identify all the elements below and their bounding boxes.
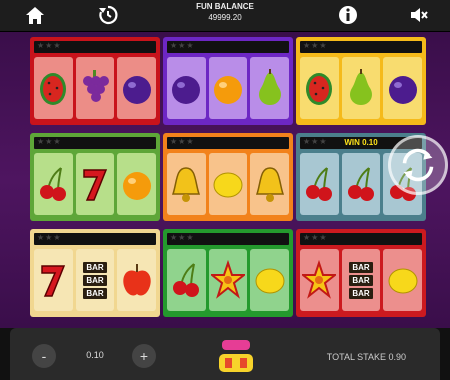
slot-machine: ★★★	[163, 37, 293, 125]
star-rating: ★★★	[303, 41, 328, 50]
slot-machine: ★★★ BAR BAR BAR	[30, 229, 160, 317]
orange-icon	[117, 153, 157, 215]
reel-row: BAR BAR BAR	[34, 249, 157, 311]
star-rating: ★★★	[170, 137, 195, 146]
cherry-icon	[34, 153, 73, 215]
grapes-icon	[75, 57, 115, 119]
balance-value: 49999.20	[208, 13, 242, 22]
bar-icon: BAR BAR BAR	[341, 249, 381, 311]
decrease-bet-button[interactable]: -	[32, 344, 56, 368]
bar-text: BAR	[83, 261, 107, 273]
plum-icon	[167, 57, 206, 119]
machine-header: ★★★	[167, 41, 289, 53]
top-bar: FUN BALANCE 49999.20	[0, 0, 450, 32]
home-icon[interactable]	[24, 4, 46, 26]
reel-row	[167, 153, 290, 215]
slot-machine: ★★★	[30, 37, 160, 125]
bet-panel: - 0.10 + TOTAL STAKE 0.90	[10, 328, 440, 380]
balance-label: FUN BALANCE	[196, 2, 254, 11]
star-rating: ★★★	[170, 41, 195, 50]
slot-machine: ★★★	[163, 229, 293, 317]
orange-icon	[208, 57, 248, 119]
reel-row	[300, 57, 423, 119]
slot-machine: ★★★	[296, 37, 426, 125]
slot-machine: ★★★ BAR BAR BAR	[296, 229, 426, 317]
star-icon	[208, 249, 248, 311]
history-icon[interactable]	[97, 4, 119, 26]
slot-machine: ★★★	[30, 133, 160, 221]
pear-icon	[250, 57, 290, 119]
machine-header: ★★★	[300, 233, 422, 245]
lemon-icon	[383, 249, 423, 311]
reel-row	[34, 57, 157, 119]
star-rating: ★★★	[37, 41, 62, 50]
bar-text: BAR	[83, 287, 107, 299]
slot-machine: ★★★	[163, 133, 293, 221]
seven-icon	[34, 249, 73, 311]
watermelon-icon	[34, 57, 73, 119]
reel-row	[167, 249, 290, 311]
star-rating: ★★★	[170, 233, 195, 242]
machine-header: ★★★	[34, 41, 156, 53]
mute-icon[interactable]	[408, 4, 430, 26]
pear-icon	[341, 57, 381, 119]
increase-bet-button[interactable]: +	[132, 344, 156, 368]
total-stake: TOTAL STAKE 0.90	[326, 352, 406, 362]
star-rating: ★★★	[37, 233, 62, 242]
cherry-icon	[341, 153, 381, 215]
fruity-3x3-logo	[219, 340, 253, 372]
bar-text: BAR	[83, 274, 107, 286]
apple-icon	[117, 249, 157, 311]
bar-text: BAR	[349, 287, 373, 299]
machine-header: ★★★	[167, 137, 289, 149]
lemon-icon	[208, 153, 248, 215]
bell-icon	[250, 153, 290, 215]
star-icon	[300, 249, 339, 311]
reel-row	[34, 153, 157, 215]
star-rating: ★★★	[37, 137, 62, 146]
footer-bar: - 0.10 + TOTAL STAKE 0.90	[0, 328, 450, 380]
bar-text: BAR	[349, 274, 373, 286]
lemon-icon	[250, 249, 290, 311]
watermelon-icon	[300, 57, 339, 119]
cherry-icon	[300, 153, 339, 215]
plum-icon	[117, 57, 157, 119]
machine-header: ★★★	[34, 233, 156, 245]
machine-header: ★★★	[167, 233, 289, 245]
cherry-icon	[167, 249, 206, 311]
machine-header: ★★★	[300, 41, 422, 53]
spin-button[interactable]	[388, 135, 448, 195]
info-icon[interactable]	[337, 4, 359, 26]
plum-icon	[383, 57, 423, 119]
machine-header: ★★★	[34, 137, 156, 149]
bar-text: BAR	[349, 261, 373, 273]
bell-icon	[167, 153, 206, 215]
bar-icon: BAR BAR BAR	[75, 249, 115, 311]
spin-arrows-icon	[402, 148, 434, 182]
bet-value: 0.10	[86, 350, 104, 360]
seven-icon	[75, 153, 115, 215]
star-rating: ★★★	[303, 233, 328, 242]
reel-row	[167, 57, 290, 119]
slot-grid: ★★★ ★★★ ★★★ ★★★ ★★★ ★★★ WIN 0.10 ★★★ BAR BAR BAR ★★…	[0, 32, 450, 328]
reel-row: BAR BAR BAR	[300, 249, 423, 311]
balance-display: FUN BALANCE 49999.20	[180, 1, 270, 23]
